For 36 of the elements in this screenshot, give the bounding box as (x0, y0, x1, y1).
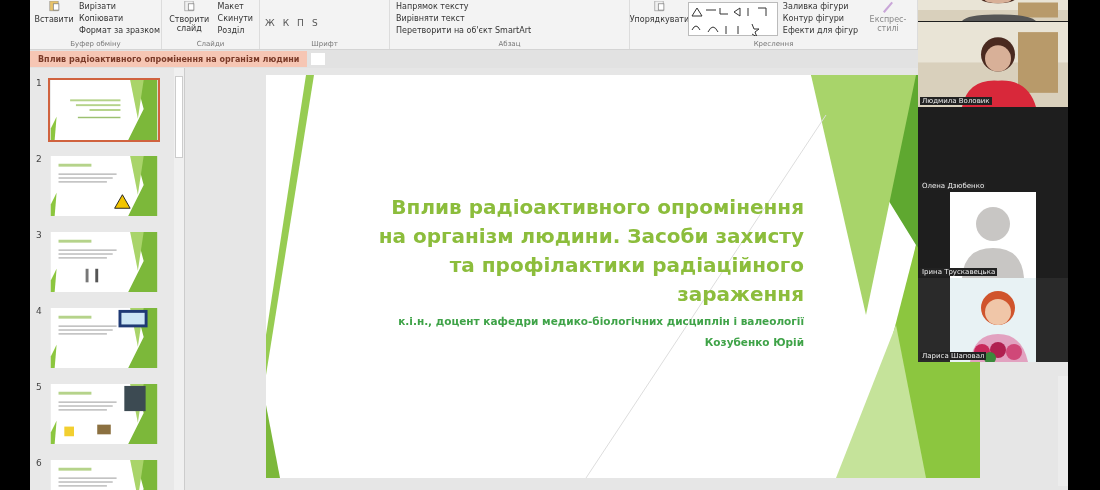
document-tab[interactable]: Вплив радіоактивного опромінення на організм людини (30, 51, 308, 67)
slide-title: Вплив радіоактивного опромінення на організм людини. Засоби захисту та профілактики радіаційного зараження (378, 194, 804, 308)
ribbon-button[interactable]: Напрямок тексту (394, 0, 534, 12)
slide-number: 4 (36, 306, 42, 316)
format-button[interactable]: Ж (264, 18, 276, 28)
ribbon-button[interactable]: Контур фігури (780, 12, 860, 24)
slide-number: 1 (36, 78, 42, 88)
ribbon-button[interactable]: Вирізати (77, 0, 162, 12)
ribbon-button[interactable]: Ефекти для фігур (780, 24, 860, 36)
slide-number: 2 (36, 154, 42, 164)
slide-thumbnail-drawing[interactable] (48, 382, 160, 446)
ribbon-button[interactable]: Скинути (215, 12, 255, 24)
slide-number: 5 (36, 382, 42, 392)
ribbon-button[interactable]: Перетворити на об'єкт SmartArt (394, 24, 534, 36)
ribbon-button[interactable]: Розділ (215, 24, 255, 36)
ribbon-button[interactable]: Формат за зразком (77, 24, 162, 36)
slide-author: Козубенко Юрій (704, 336, 804, 348)
ribbon-button[interactable]: Вирівняти текст (394, 12, 534, 24)
slide-thumbnail-drawing[interactable] (48, 154, 160, 218)
slide-thumbnail-drawing[interactable] (48, 306, 160, 370)
ribbon-button[interactable]: Копіювати (77, 12, 162, 24)
new-tab-field[interactable] (311, 53, 326, 65)
ribbon-button[interactable]: Заливка фігури (780, 0, 860, 12)
slide-number: 6 (36, 458, 42, 468)
slide-thumbnail-drawing[interactable] (48, 78, 160, 142)
slide-thumbnail-drawing[interactable] (48, 230, 160, 294)
scrollbar[interactable] (1058, 376, 1068, 486)
slide-number: 3 (36, 230, 42, 240)
format-button[interactable]: S (310, 18, 319, 28)
scrollbar[interactable] (174, 68, 184, 490)
ribbon-button[interactable]: Макет (215, 0, 255, 12)
ribbon-large-button[interactable]: Вставити (34, 0, 74, 25)
format-button[interactable]: П (296, 18, 305, 28)
slide-subtitle: к.і.н., доцент кафедри медико-біологічних дисциплін і валеології (398, 315, 804, 327)
format-button[interactable]: К (281, 18, 291, 28)
ribbon-large-button[interactable]: Створити слайд (166, 0, 213, 34)
